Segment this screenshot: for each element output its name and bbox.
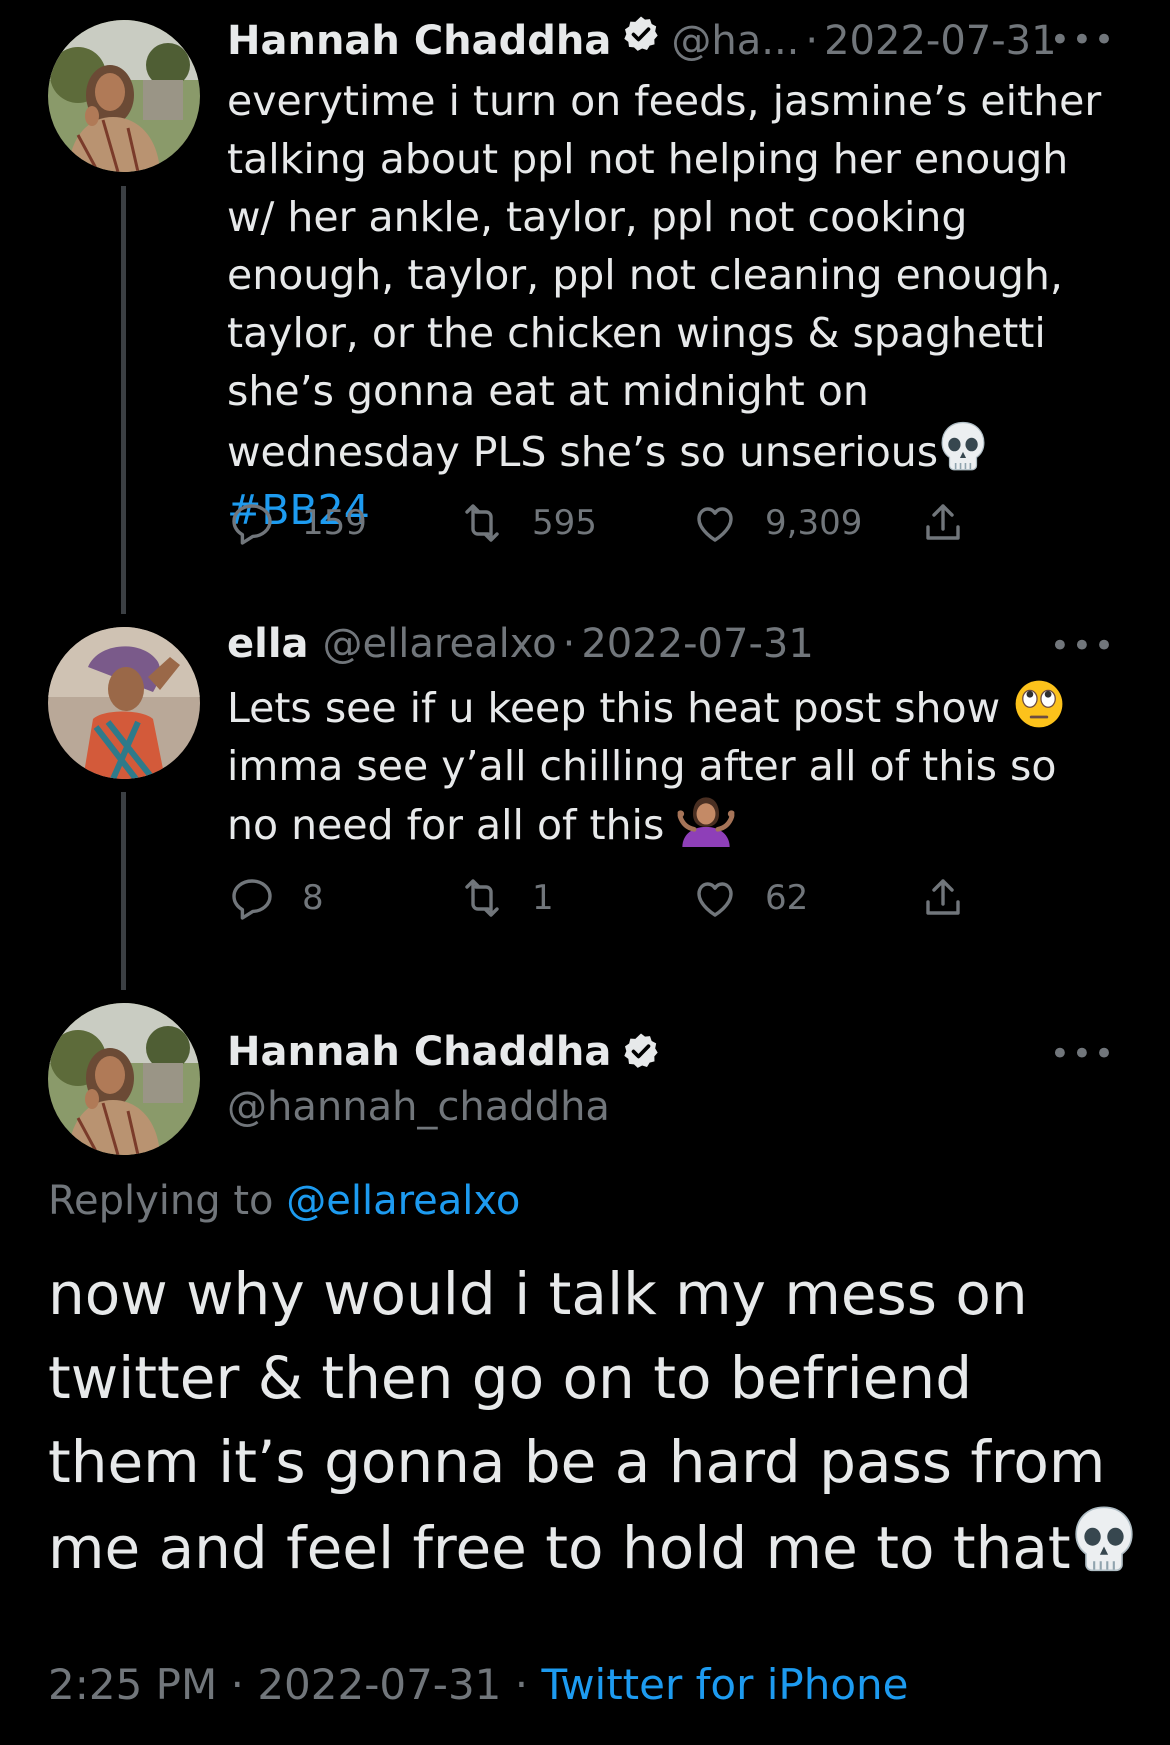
verified-badge-icon xyxy=(621,14,661,54)
tweet-date[interactable]: 2022-07-31 xyxy=(581,620,813,668)
tweet-text: everytime i turn on feeds, jasmine’s eit… xyxy=(227,72,1107,539)
tweet-date: 2022-07-31 xyxy=(257,1660,502,1709)
retweet-count: 1 xyxy=(532,878,554,918)
tweet-text: Lets see if u keep this heat post show i… xyxy=(227,678,1107,854)
author-name[interactable]: Hannah Chaddha xyxy=(227,17,611,65)
reply-button[interactable]: 159 xyxy=(228,499,458,547)
tweet-text-content: everytime i turn on feeds, jasmine’s eit… xyxy=(227,77,1102,476)
retweet-count: 595 xyxy=(532,503,597,543)
reply-button[interactable]: 8 xyxy=(228,874,458,922)
thread-connector xyxy=(121,792,126,990)
rolling-eyes-emoji-icon xyxy=(1013,678,1065,730)
more-icon[interactable]: ••• xyxy=(1050,629,1116,663)
tweet-actions: 8 1 62 xyxy=(228,874,967,922)
share-button[interactable] xyxy=(919,499,967,547)
tweet-meta: 2:25 PM · 2022-07-31 · Twitter for iPhon… xyxy=(48,1660,908,1709)
separator: · xyxy=(230,1660,244,1709)
shrug-emoji-icon xyxy=(677,795,735,847)
reply-icon xyxy=(228,874,276,922)
tweet-source-link[interactable]: Twitter for iPhone xyxy=(541,1660,908,1709)
tweet-date[interactable]: 2022-07-31 xyxy=(824,17,1056,65)
share-button[interactable] xyxy=(919,874,967,922)
author-name[interactable]: Hannah Chaddha xyxy=(227,1029,611,1075)
author-name[interactable]: ella xyxy=(227,620,309,668)
tweet-header: ella @ellarealxo · 2022-07-31 xyxy=(227,620,814,668)
reply-count: 159 xyxy=(302,503,367,543)
like-button[interactable]: 62 xyxy=(691,874,919,922)
separator: · xyxy=(514,1660,529,1709)
like-icon xyxy=(691,499,739,547)
retweet-icon xyxy=(458,874,506,922)
share-icon xyxy=(919,874,967,922)
main-author: Hannah Chaddha xyxy=(227,1028,671,1076)
reply-count: 8 xyxy=(302,878,324,918)
share-icon xyxy=(919,499,967,547)
main-tweet-content: now why would i talk my mess on twitter … xyxy=(48,1260,1106,1582)
author-handle[interactable]: @ha... xyxy=(671,17,799,65)
separator: · xyxy=(562,621,576,667)
replying-handle-link[interactable]: @ellarealxo xyxy=(286,1178,520,1224)
separator: · xyxy=(805,18,819,64)
retweet-button[interactable]: 595 xyxy=(458,499,691,547)
more-icon[interactable]: ••• xyxy=(1050,1037,1116,1071)
tweet-text-rest: imma see y’all chilling after all of thi… xyxy=(227,742,1057,849)
main-tweet-text: now why would i talk my mess on twitter … xyxy=(48,1252,1138,1590)
author-handle[interactable]: @hannah_chaddha xyxy=(227,1084,610,1130)
more-icon[interactable]: ••• xyxy=(1050,23,1116,57)
like-button[interactable]: 9,309 xyxy=(691,499,919,547)
tweet-text-line1: Lets see if u keep this heat post show xyxy=(227,684,1001,732)
like-count: 62 xyxy=(765,878,809,918)
avatar-ella[interactable] xyxy=(48,627,200,779)
avatar-hannah[interactable] xyxy=(48,1003,200,1155)
skull-emoji-icon xyxy=(938,420,988,474)
like-count: 9,309 xyxy=(765,503,863,543)
like-icon xyxy=(691,874,739,922)
skull-emoji-icon xyxy=(1071,1504,1137,1576)
retweet-button[interactable]: 1 xyxy=(458,874,691,922)
tweet-time: 2:25 PM xyxy=(48,1660,218,1709)
verified-badge-icon xyxy=(621,1031,661,1071)
replying-label: Replying to xyxy=(48,1178,274,1224)
avatar-hannah[interactable] xyxy=(48,20,200,172)
reply-icon xyxy=(228,499,276,547)
replying-to: Replying to @ellarealxo xyxy=(48,1178,520,1224)
author-handle[interactable]: @ellarealxo xyxy=(323,620,557,668)
tweet-header: Hannah Chaddha @ha... · 2022-07-31 xyxy=(227,14,1057,65)
thread-connector xyxy=(121,186,126,614)
retweet-icon xyxy=(458,499,506,547)
tweet-actions: 159 595 9,309 xyxy=(228,499,967,547)
